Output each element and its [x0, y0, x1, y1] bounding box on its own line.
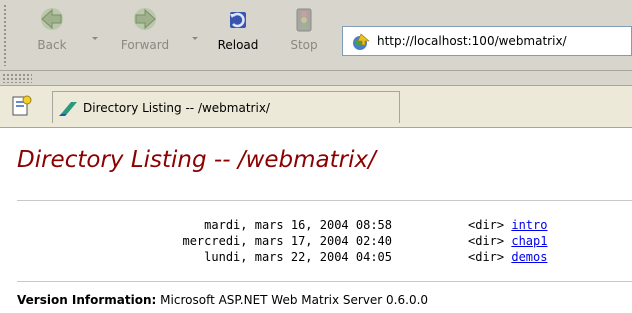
toolbar-strip — [0, 71, 632, 86]
tab-directory-listing[interactable]: Directory Listing -- /webmatrix/ — [52, 91, 400, 123]
entry-link-demos[interactable]: demos — [511, 250, 547, 264]
entry-type: <dir> — [468, 234, 505, 248]
entry-link-chap1[interactable]: chap1 — [511, 234, 547, 248]
entry-date: mardi, mars 16, 2004 08:58 — [204, 218, 392, 232]
list-item: mardi, mars 16, 2004 08:58 <dir> intro — [0, 218, 632, 234]
entry-type: <dir> — [468, 218, 505, 232]
stop-button[interactable]: Stop — [280, 6, 328, 64]
strip-grip[interactable] — [2, 73, 32, 83]
list-item: mercredi, mars 17, 2004 02:40 <dir> chap… — [0, 234, 632, 250]
new-tab-icon[interactable] — [8, 94, 34, 118]
stop-icon — [296, 8, 312, 32]
navigation-toolbar: Back Forward Reload Stop http://localhos… — [0, 0, 632, 71]
toolbar-grip[interactable] — [3, 4, 7, 66]
back-button[interactable]: Back — [26, 6, 78, 64]
back-history-dropdown[interactable] — [92, 37, 98, 40]
entry-date: mercredi, mars 17, 2004 02:40 — [182, 234, 392, 248]
back-arrow-icon — [41, 8, 63, 30]
address-bar[interactable]: http://localhost:100/webmatrix/ — [342, 26, 632, 56]
address-url[interactable]: http://localhost:100/webmatrix/ — [377, 34, 567, 48]
entry-type: <dir> — [468, 250, 505, 264]
page-title: Directory Listing -- /webmatrix/ — [17, 147, 376, 173]
reload-icon — [230, 12, 246, 28]
reload-button[interactable]: Reload — [212, 6, 264, 64]
forward-button[interactable]: Forward — [110, 6, 180, 64]
directory-listing: mardi, mars 16, 2004 08:58 <dir> intro m… — [0, 218, 632, 266]
version-information: Version Information: Microsoft ASP.NET W… — [17, 293, 428, 307]
forward-arrow-icon — [134, 8, 156, 30]
divider-bottom — [17, 281, 632, 282]
world-arrow-icon — [353, 33, 370, 50]
matrix-page-icon — [59, 102, 77, 116]
version-text: Microsoft ASP.NET Web Matrix Server 0.6.… — [160, 293, 429, 307]
entry-date: lundi, mars 22, 2004 04:05 — [204, 250, 392, 264]
list-item: lundi, mars 22, 2004 04:05 <dir> demos — [0, 250, 632, 266]
entry-link-intro[interactable]: intro — [511, 218, 547, 232]
tab-bar: Directory Listing -- /webmatrix/ — [0, 86, 632, 128]
divider-top — [17, 200, 632, 201]
forward-history-dropdown[interactable] — [192, 37, 198, 40]
version-label: Version Information: — [17, 293, 157, 307]
